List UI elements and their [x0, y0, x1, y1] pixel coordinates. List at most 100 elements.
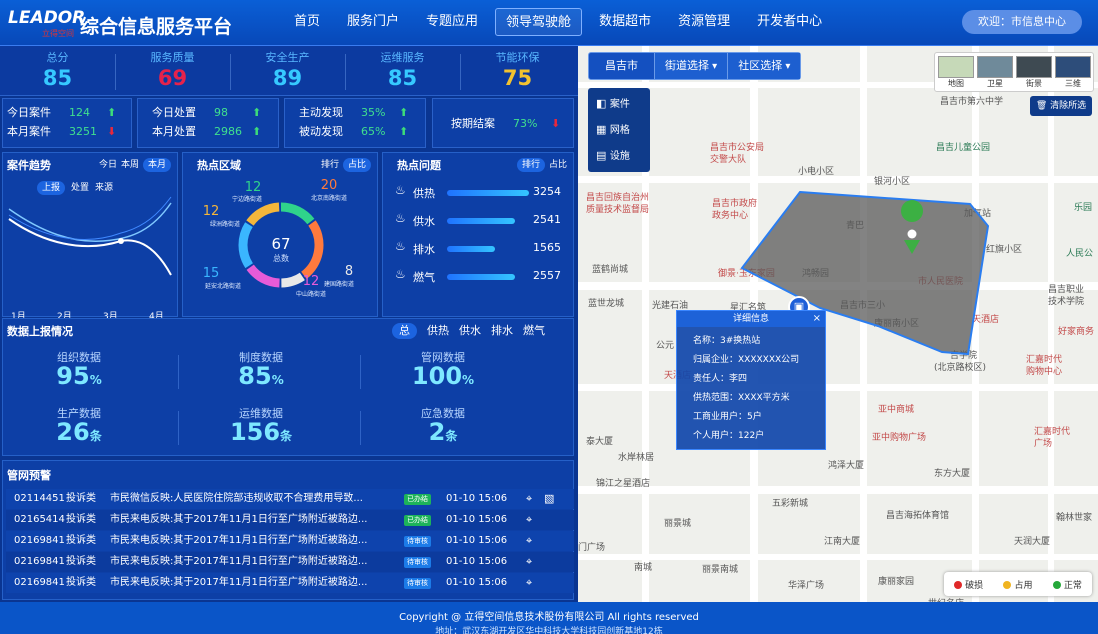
popup-field: 工商业用户：5户 — [693, 412, 762, 422]
alert-type: 投诉类 — [66, 556, 96, 567]
layer-option[interactable]: 街景 — [1016, 56, 1052, 90]
map-pin-icon[interactable]: ⌖ — [526, 573, 532, 593]
nav-item[interactable]: 资源管理 — [668, 8, 740, 36]
region-tab-label: 街道选择 — [665, 59, 709, 72]
region-tab[interactable]: 街道选择 ▾ — [654, 53, 728, 79]
popup-close-icon[interactable]: × — [813, 312, 821, 326]
data-report-value: 85% — [185, 362, 337, 390]
data-report-tab[interactable]: 燃气 — [523, 324, 545, 337]
selected-area-polygon[interactable] — [578, 46, 1098, 602]
arrow-up-icon: ⬆ — [399, 125, 409, 138]
dashboard-panel: 总分 85 服务质量 69 安全生产 89 运维服务 85 节能环保 75 今日案件 124 ⬆ 本月案… — [0, 46, 578, 602]
hot-issue-label: 燃气 — [413, 271, 435, 284]
donut-slice[interactable] — [246, 264, 280, 288]
layer-option[interactable]: 三维 — [1055, 56, 1091, 90]
hot-issue-bar — [447, 190, 529, 196]
trend-type-tab[interactable]: 处置 — [71, 183, 89, 193]
stat-value: 35% — [361, 106, 386, 119]
logo-subtext: 立得空间 — [42, 29, 74, 38]
data-report-number: 26 — [56, 418, 90, 446]
kpi-label: 总分 — [46, 51, 69, 64]
map-tool-item[interactable]: ◧ 案件 — [588, 92, 650, 116]
donut-total-label: 总数 — [273, 253, 289, 263]
layer-option[interactable]: 卫星 — [977, 56, 1013, 90]
alert-id: 02114451 — [14, 493, 65, 504]
page-footer: Copyright @ 立得空间信息技术股份有限公司 All rights re… — [0, 602, 1098, 634]
alert-row[interactable]: 02114451 投诉类 市民微信反映:人民医院住院部违规收取不合理费用导致... 已… — [6, 489, 574, 509]
nav-item[interactable]: 开发者中心 — [747, 8, 832, 36]
nav-item[interactable]: 专题应用 — [416, 8, 488, 36]
alert-id: 02169841 — [14, 556, 65, 567]
donut-total-value: 67 — [271, 235, 290, 253]
donut-slice[interactable] — [246, 202, 280, 226]
nav-item[interactable]: 首页 — [284, 8, 330, 36]
map-tool-item[interactable]: ▤ 设施 — [588, 144, 650, 168]
alert-row[interactable]: 02169841 投诉类 市民来电反映:其于2017年11月1日行至广场附近被路边.… — [6, 552, 574, 572]
legend-label: 占用 — [1014, 580, 1033, 591]
layer-label: 三维 — [1065, 79, 1081, 88]
alert-type: 投诉类 — [66, 577, 96, 588]
kpi-item: 服务质量 69 — [115, 49, 230, 91]
donut-slice-label: 绿洲路街道 — [210, 220, 240, 228]
footer-copyright: Copyright @ 立得空间信息技术股份有限公司 All rights re… — [399, 612, 699, 623]
hot-issue-option[interactable]: 占比 — [549, 160, 567, 170]
donut-slice[interactable] — [281, 272, 305, 288]
legend-item: 正常 — [1052, 578, 1082, 591]
alert-row[interactable]: 02169841 投诉类 市民来电反映:其于2017年11月1日行至广场附近被路边.… — [6, 531, 574, 551]
hot-issue-option[interactable]: 排行 — [516, 158, 545, 172]
region-tab-label: 昌吉市 — [605, 59, 638, 72]
stats-box: 主动发现 35% ⬆ 被动发现 65% ⬆ — [284, 98, 426, 148]
data-report-number: 100 — [411, 362, 463, 390]
kpi-value: 85 — [387, 66, 418, 90]
alert-row[interactable]: 02165414 投诉类 市民来电反映:其于2017年11月1日行至广场附近被路边.… — [6, 510, 574, 530]
region-tab[interactable]: 昌吉市 — [589, 53, 654, 79]
alert-status-badge: 待审核 — [404, 536, 431, 547]
map-tool-item[interactable]: ▦ 网格 — [588, 118, 650, 142]
grid-divider — [178, 355, 179, 389]
map-pin-icon[interactable]: ⌖ — [526, 531, 532, 551]
donut-slice[interactable] — [238, 222, 254, 269]
image-icon[interactable]: ▧ — [544, 489, 554, 509]
alert-row[interactable]: 02169841 投诉类 市民来电反映:其于2017年11月1日行至广场附近被路边.… — [6, 573, 574, 593]
kpi-label: 运维服务 — [380, 51, 425, 64]
donut-slice[interactable] — [280, 202, 315, 225]
trend-range-tab[interactable]: 本周 — [121, 160, 139, 170]
donut-slice[interactable] — [300, 220, 324, 279]
donut-slice-label: 北京南路街道 — [311, 194, 347, 202]
map-pin-icon[interactable]: ⌖ — [526, 510, 532, 530]
trend-range-tab[interactable]: 本月 — [142, 158, 171, 172]
data-report-tab[interactable]: 供水 — [459, 324, 481, 337]
hot-issue-panel: 热点问题 排行 占比 ♨ 供热 3254 ♨ 供水 2541 ♨ 排水 1565 ♨ 燃气 2557 — [382, 152, 574, 317]
data-report-tab[interactable]: 供热 — [427, 324, 449, 337]
legend-item: 占用 — [1003, 578, 1033, 591]
nav-item[interactable]: 服务门户 — [337, 8, 409, 36]
clear-selection-button[interactable]: 🗑 清除所选 — [1030, 96, 1092, 116]
nav-item[interactable]: 数据超市 — [589, 8, 661, 36]
layer-option[interactable]: 地图 — [938, 56, 974, 90]
map-pin-icon[interactable]: ⌖ — [526, 489, 532, 509]
main-nav: 首页 服务门户 专题应用 领导驾驶舱 数据超市 资源管理 开发者中心 — [284, 8, 839, 36]
hot-issue-label: 供热 — [413, 187, 435, 200]
data-report-value: 156条 — [185, 418, 337, 446]
trend-type-tab[interactable]: 来源 — [95, 183, 113, 193]
leador-logo[interactable]: LEADOR 立得空间 — [8, 6, 85, 38]
popup-field: 责任人：李四 — [693, 374, 748, 384]
data-report-tab[interactable]: 排水 — [491, 324, 513, 337]
trend-range-tab[interactable]: 今日 — [99, 160, 117, 170]
user-welcome-button[interactable]: 欢迎：市信息中心 — [962, 10, 1082, 34]
stat-value: 124 — [69, 106, 90, 119]
case-trend-panel: 案件趋势 今日 本周 本月 上报 处置 来源 1月 2月 3月 4月 — [2, 152, 178, 322]
facility-detail-popup: 详细信息 × 名称：3#换热站 归属企业：XXXXXXX公司 责任人：李四 供热范围：… — [676, 310, 826, 450]
data-report-tab[interactable]: 总 — [392, 323, 417, 339]
alert-type: 投诉类 — [66, 535, 96, 546]
donut-slice-value: 8 — [345, 264, 353, 279]
layer-label: 地图 — [948, 79, 964, 88]
kpi-label: 安全生产 — [265, 51, 310, 64]
hot-issue-value: 1565 — [533, 241, 561, 254]
nav-item[interactable]: 领导驾驶舱 — [495, 8, 583, 36]
region-tab[interactable]: 社区选择 ▾ — [727, 53, 801, 79]
layer-thumbnail — [977, 56, 1013, 78]
map-pin-icon[interactable]: ⌖ — [526, 552, 532, 572]
map-view[interactable]: 昌吉市第六中学 昌吉市公安局 交警大队 昌吉儿童公园 小电小区 银河小区 昌吉回族自治州 质量… — [578, 46, 1098, 602]
arrow-down-icon: ⬇ — [551, 117, 561, 130]
